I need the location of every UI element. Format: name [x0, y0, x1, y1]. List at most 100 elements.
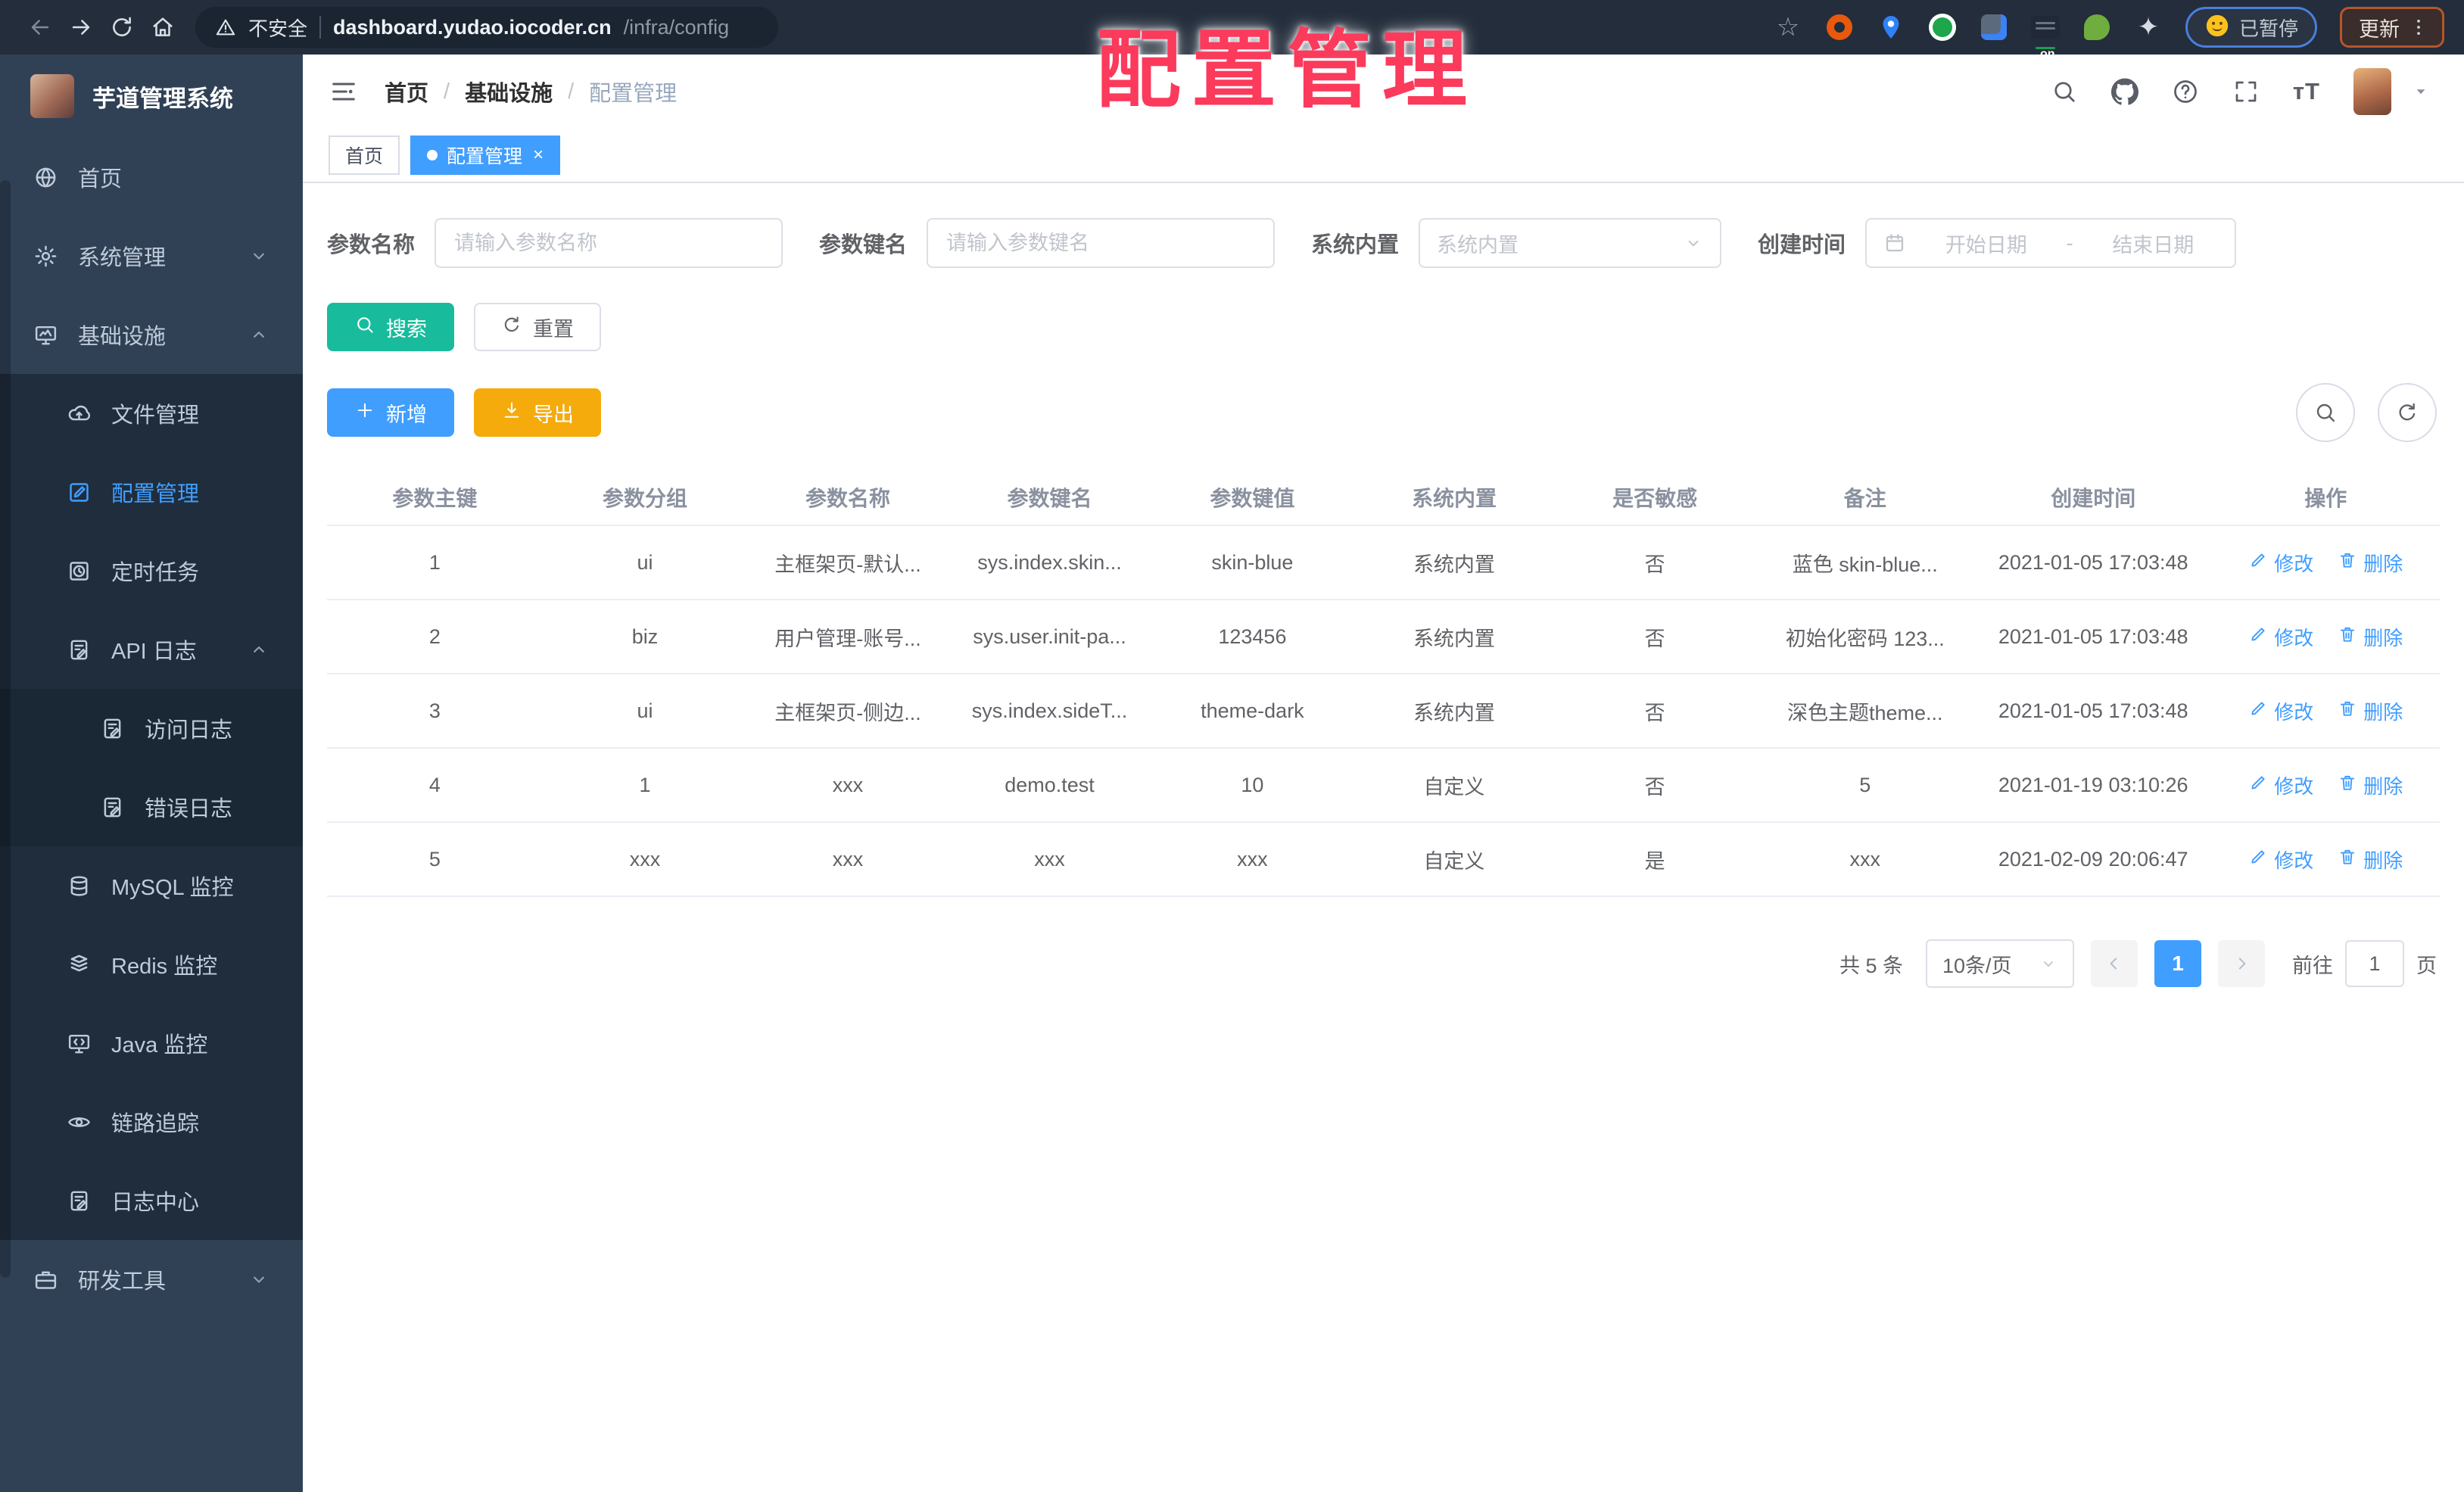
- help-icon[interactable]: [2172, 78, 2199, 105]
- sidebar-item-infra[interactable]: 基础设施: [0, 295, 303, 374]
- edit-link[interactable]: 修改: [2248, 846, 2313, 874]
- ext-slate-square-icon[interactable]: [1980, 13, 2008, 42]
- sidebar-item-label: 首页: [78, 167, 123, 192]
- sidebar-scrollbar[interactable]: [0, 180, 11, 1278]
- add-button[interactable]: 新增: [327, 388, 454, 437]
- edit-link[interactable]: 修改: [2248, 697, 2313, 725]
- edit-link[interactable]: 修改: [2248, 549, 2313, 577]
- edit-icon: [2248, 550, 2268, 575]
- tab-首页[interactable]: 首页: [329, 135, 400, 175]
- ext-on-badge-icon[interactable]: on: [2030, 13, 2060, 61]
- sidebar-item-label: 日志中心: [111, 1191, 200, 1215]
- sidebar-item-redis[interactable]: Redis 监控: [0, 925, 303, 1004]
- search-icon: [354, 314, 375, 341]
- github-icon[interactable]: [2110, 78, 2138, 105]
- param-key-input[interactable]: [927, 218, 1276, 268]
- edit-icon: [2248, 625, 2268, 649]
- sidebar-item-trace[interactable]: 链路追踪: [0, 1082, 303, 1161]
- date-range-picker[interactable]: 开始日期 - 结束日期: [1865, 218, 2237, 268]
- reset-button[interactable]: 重置: [474, 303, 601, 351]
- mysql-icon: [67, 874, 92, 899]
- delete-link[interactable]: 删除: [2338, 623, 2403, 651]
- cell-value: skin-blue: [1151, 525, 1354, 600]
- not-secure-warning-icon: [215, 17, 236, 38]
- address-bar[interactable]: 不安全 dashboard.yudao.iocoder.cn/infra/con…: [195, 7, 778, 48]
- page-number-button[interactable]: 1: [2154, 940, 2201, 987]
- cell-sensitive: 否: [1554, 600, 1755, 674]
- ext-white-star-icon[interactable]: ✦: [2134, 13, 2163, 42]
- edit-link[interactable]: 修改: [2248, 771, 2313, 799]
- delete-link[interactable]: 删除: [2338, 549, 2403, 577]
- user-avatar[interactable]: [2353, 68, 2391, 115]
- cell-created: 2021-02-09 20:06:47: [1974, 822, 2212, 897]
- cell-created: 2021-01-05 17:03:48: [1974, 600, 2212, 674]
- browser-home-icon[interactable]: [142, 7, 183, 48]
- cell-sensitive: 否: [1554, 748, 1755, 823]
- refresh-table-button[interactable]: [2378, 383, 2437, 442]
- sidebar-item-dev-tools[interactable]: 研发工具: [0, 1240, 303, 1319]
- sidebar-item-log-center[interactable]: 日志中心: [0, 1161, 303, 1240]
- prev-page-button[interactable]: [2091, 940, 2138, 987]
- search-icon[interactable]: [2051, 78, 2078, 105]
- sidebar: 芋道管理系统 首页系统管理 基础设施 文件管理配置管理定时任务 API 日志 访问日志错…: [0, 55, 303, 1492]
- breadcrumb-item[interactable]: 首页: [385, 76, 428, 107]
- browser-reload-icon[interactable]: [101, 7, 142, 48]
- profile-paused-pill[interactable]: 已暂停: [2185, 7, 2317, 48]
- search-button[interactable]: 搜索: [327, 303, 454, 351]
- param-name-input[interactable]: [435, 218, 783, 268]
- fullscreen-icon[interactable]: [2232, 78, 2260, 105]
- browser-update-button[interactable]: 更新: [2340, 7, 2444, 48]
- browser-forward-icon[interactable]: [61, 7, 101, 48]
- chevron-down-icon: [1684, 233, 1703, 253]
- sidebar-menu: 首页系统管理 基础设施 文件管理配置管理定时任务 API 日志 访问日志 错误日志 MySQ…: [0, 138, 303, 1319]
- sidebar-item-system[interactable]: 系统管理: [0, 216, 303, 295]
- sidebar-item-home[interactable]: 首页: [0, 138, 303, 216]
- browser-back-icon[interactable]: [20, 7, 61, 48]
- cell-group: xxx: [542, 822, 748, 897]
- tab-label: 配置管理: [447, 146, 523, 167]
- sidebar-item-config[interactable]: 配置管理: [0, 453, 303, 531]
- page: 不安全 dashboard.yudao.iocoder.cn/infra/con…: [0, 0, 2464, 1492]
- sidebar-item-job[interactable]: 定时任务: [0, 531, 303, 610]
- cell-value: 10: [1151, 748, 1354, 823]
- sidebar-logo[interactable]: 芋道管理系统: [0, 55, 303, 138]
- toggle-search-button[interactable]: [2296, 383, 2355, 442]
- ext-green-circle-icon[interactable]: [1928, 13, 1957, 42]
- ext-orange-ring-icon[interactable]: [1825, 13, 1854, 42]
- ext-green-leaf-icon[interactable]: [2082, 13, 2111, 42]
- browser-menu-kebab-icon[interactable]: [2407, 16, 2430, 39]
- sidebar-item-mysql[interactable]: MySQL 监控: [0, 846, 303, 925]
- trash-icon: [2338, 773, 2357, 798]
- hamburger-icon[interactable]: [329, 76, 359, 107]
- content: 参数名称 参数键名 系统内置 系统内置: [303, 183, 2464, 1492]
- next-page-button[interactable]: [2218, 940, 2265, 987]
- breadcrumb-item[interactable]: 基础设施: [465, 76, 553, 107]
- bookmark-star-icon[interactable]: ☆: [1774, 13, 1802, 42]
- sidebar-item-label: Redis 监控: [111, 955, 218, 979]
- sidebar-item-java[interactable]: Java 监控: [0, 1004, 303, 1082]
- sidebar-item-file[interactable]: 文件管理: [0, 374, 303, 453]
- delete-link[interactable]: 删除: [2338, 697, 2403, 725]
- cell-key: sys.index.skin...: [948, 525, 1151, 600]
- sidebar-item-label: 配置管理: [111, 482, 200, 506]
- type-select[interactable]: 系统内置: [1419, 218, 1722, 268]
- cell-type: 系统内置: [1353, 600, 1555, 674]
- tab-配置管理[interactable]: 配置管理 ×: [410, 135, 561, 175]
- chevron-down-icon[interactable]: [2411, 82, 2431, 101]
- font-size-icon[interactable]: тT: [2293, 78, 2320, 105]
- sidebar-item-api-log[interactable]: API 日志: [0, 610, 303, 689]
- page-size-select[interactable]: 10条/页: [1926, 939, 2074, 988]
- url-path: /infra/config: [623, 15, 730, 39]
- export-button[interactable]: 导出: [474, 388, 601, 437]
- cell-name: xxx: [747, 822, 949, 897]
- sidebar-item-access-log[interactable]: 访问日志: [0, 689, 303, 768]
- close-icon[interactable]: ×: [533, 145, 544, 166]
- ext-blue-pin-icon[interactable]: [1877, 13, 1905, 42]
- delete-link[interactable]: 删除: [2338, 771, 2403, 799]
- goto-page-input[interactable]: [2345, 940, 2404, 987]
- page-unit-label: 页: [2416, 954, 2437, 977]
- edit-link[interactable]: 修改: [2248, 623, 2313, 651]
- sidebar-item-error-log[interactable]: 错误日志: [0, 768, 303, 846]
- delete-link[interactable]: 删除: [2338, 846, 2403, 874]
- breadcrumb: 首页 / 基础设施 / 配置管理: [385, 76, 677, 107]
